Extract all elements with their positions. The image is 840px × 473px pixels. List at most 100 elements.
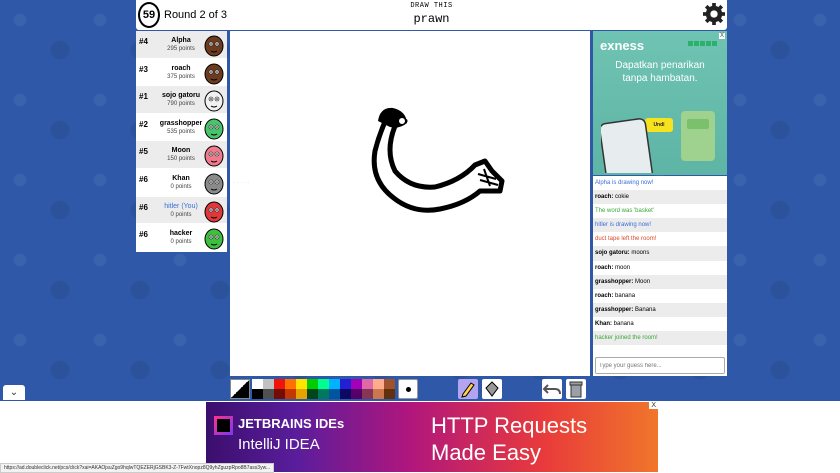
color-swatch[interactable]	[318, 389, 329, 399]
chat-panel: Alpha is drawing now! roach: cokie The wo…	[593, 176, 727, 376]
chat-author: roach:	[595, 292, 614, 299]
chat-text: The word was 'basket'	[595, 208, 654, 215]
player-rank: #6	[139, 174, 148, 184]
chat-message: sojo gatoru: moons	[593, 246, 727, 261]
player-rank: #3	[139, 64, 148, 74]
chat-author: Khan:	[595, 320, 612, 327]
rating-stars	[688, 41, 717, 46]
collapse-ad-chevron-icon[interactable]: ⌄	[3, 385, 25, 400]
chat-message: The word was 'basket'	[593, 204, 727, 218]
chat-message: grasshopper: Moon	[593, 274, 727, 289]
player-rank: #4	[139, 37, 148, 46]
player-rank: #5	[139, 147, 148, 157]
player-rank: #1	[139, 92, 148, 102]
player-row[interactable]: #6 hitler (You) 0 points	[136, 196, 227, 225]
trash-icon[interactable]	[566, 379, 586, 399]
player-row[interactable]: #3 roach 375 points	[136, 58, 227, 87]
color-swatch[interactable]	[329, 379, 340, 389]
phone-illustration	[601, 111, 715, 173]
player-row[interactable]: #6 hacker 0 points	[136, 224, 227, 252]
fill-bucket-icon[interactable]	[482, 379, 502, 399]
color-palette	[252, 379, 396, 399]
color-swatch[interactable]	[296, 379, 307, 389]
chat-text: Alpha is drawing now!	[595, 180, 654, 186]
prawn-drawing	[371, 107, 505, 213]
color-swatch[interactable]	[285, 379, 296, 389]
chat-message: hitler is drawing now!	[593, 218, 727, 233]
color-swatch[interactable]	[274, 389, 285, 399]
game-header: 59 Round 2 of 3 DRAW THIS prawn	[136, 0, 727, 30]
brush-size-button[interactable]	[398, 379, 418, 399]
chat-message: Alpha is drawing now!	[593, 176, 727, 190]
color-swatch[interactable]	[318, 379, 329, 389]
chat-author: grasshopper:	[595, 278, 634, 285]
ad-headline1: HTTP Requests	[431, 413, 588, 438]
color-swatch[interactable]	[362, 389, 373, 399]
status-url: https://ad.doubleclick.net/pcs/click?xai…	[0, 463, 275, 473]
ad-headline2: Made Easy	[431, 440, 542, 465]
chat-text: Moon	[635, 278, 651, 285]
player-avatar-icon	[204, 201, 224, 223]
chat-text: Banana	[635, 306, 656, 313]
bottom-ad-close-icon[interactable]: X	[649, 402, 658, 409]
color-swatch[interactable]	[329, 389, 340, 399]
player-row[interactable]: #1 sojo gatoru 790 points	[136, 86, 227, 114]
color-swatch[interactable]	[252, 379, 263, 389]
color-swatch[interactable]	[340, 379, 351, 389]
pencil-tool-icon[interactable]	[458, 379, 478, 399]
color-swatch[interactable]	[252, 389, 263, 399]
ad-close-icon[interactable]: X	[718, 33, 725, 39]
chat-message: roach: cokie	[593, 190, 727, 205]
current-word: prawn	[413, 12, 450, 26]
color-swatch[interactable]	[351, 389, 362, 399]
undo-icon[interactable]	[542, 379, 562, 399]
player-avatar-icon	[204, 228, 224, 250]
color-swatch[interactable]	[285, 389, 296, 399]
color-swatch[interactable]	[307, 389, 318, 399]
chat-message: roach: banana	[593, 289, 727, 303]
player-row[interactable]: #4 Alpha 295 points	[136, 31, 227, 59]
chat-message: Khan: banana	[593, 317, 727, 331]
chat-author: roach:	[595, 264, 614, 271]
side-advertisement[interactable]: exness X Dapatkan penarikan tanpa hambat…	[593, 31, 727, 175]
guess-input[interactable]	[595, 357, 725, 374]
color-swatch[interactable]	[263, 379, 274, 389]
ad-tagline: Dapatkan penarikan tanpa hambatan.	[615, 60, 705, 84]
color-swatch[interactable]	[340, 389, 351, 399]
chat-text: moons	[631, 250, 650, 257]
color-swatch[interactable]	[351, 379, 362, 389]
color-swatch[interactable]	[296, 389, 307, 399]
ad-brand: exness	[600, 38, 645, 53]
chat-text: hacker joined the room!	[595, 335, 658, 342]
color-swatch[interactable]	[274, 379, 285, 389]
chat-text: banana	[613, 320, 634, 327]
player-avatar-icon	[204, 118, 224, 140]
color-swatch[interactable]	[263, 389, 274, 399]
color-swatch[interactable]	[307, 379, 318, 389]
color-swatch[interactable]	[362, 379, 373, 389]
chat-messages: Alpha is drawing now! roach: cokie The wo…	[593, 176, 727, 346]
chat-author: grasshopper:	[595, 306, 634, 313]
player-row[interactable]: #5 Moon 150 points	[136, 141, 227, 169]
jetbrains-logo-icon	[214, 416, 233, 435]
chat-message: grasshopper: Banana	[593, 302, 727, 317]
ad-line1: JETBRAINS IDEs	[238, 416, 345, 431]
player-avatar-icon	[204, 173, 224, 195]
color-swatch[interactable]	[373, 379, 384, 389]
player-row[interactable]: #2 grasshopper 535 points	[136, 113, 227, 142]
current-color-swatch[interactable]	[230, 379, 250, 399]
canvas-faint-text: · · · · ·	[233, 180, 250, 186]
player-row[interactable]: #6 Khan 0 points	[136, 168, 227, 197]
drawing-canvas[interactable]: · · · · ·	[230, 31, 590, 376]
player-rank: #6	[139, 230, 148, 240]
color-swatch[interactable]	[384, 379, 395, 389]
settings-gear-icon[interactable]	[703, 3, 725, 25]
chat-author: roach:	[595, 194, 614, 201]
chat-text: banana	[615, 292, 636, 299]
chat-text: moon	[615, 264, 631, 271]
color-swatch[interactable]	[384, 389, 395, 399]
bottom-advertisement[interactable]: JETBRAINS IDEs IntelliJ IDEA HTTP Reques…	[206, 402, 658, 472]
color-swatch[interactable]	[373, 389, 384, 399]
player-avatar-icon	[204, 90, 224, 112]
chat-message: roach: moon	[593, 261, 727, 275]
